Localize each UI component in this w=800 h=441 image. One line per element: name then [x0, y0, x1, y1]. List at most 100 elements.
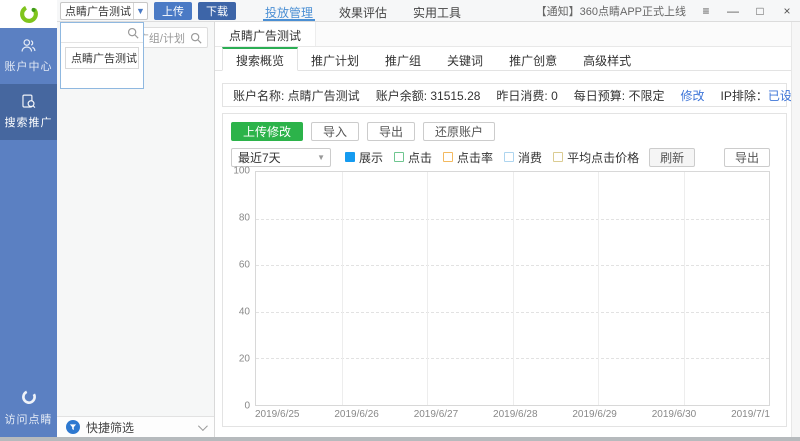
- account-info-bar: 账户名称: 点睛广告测试账户余额: 31515.28昨日消费: 0每日预算: 不…: [222, 83, 787, 107]
- checkbox-checked-icon: [345, 152, 355, 162]
- dropdown-items: 点睛广告测试: [61, 47, 143, 69]
- dropdown-search-input[interactable]: [61, 23, 143, 43]
- tab-tools[interactable]: 实用工具: [411, 0, 463, 21]
- upload-modify-button[interactable]: 上传修改: [231, 122, 303, 141]
- import-button[interactable]: 导入: [311, 122, 359, 141]
- ip-exclude-label: IP排除：: [720, 89, 767, 103]
- metric-label: 展示: [359, 149, 383, 166]
- doc-tab-account[interactable]: 点睛广告测试: [215, 22, 316, 46]
- subtab-campaigns[interactable]: 推广计划: [298, 47, 372, 70]
- info-field: 昨日消费: 0: [496, 87, 557, 104]
- subtab-ad-groups[interactable]: 推广组: [372, 47, 434, 70]
- date-range-value: 最近7天: [232, 149, 317, 166]
- sidebar-item-visit-dianjing[interactable]: 访问点睛: [0, 388, 57, 427]
- x-tick-label: 2019/6/25: [255, 409, 300, 422]
- user-icon: [0, 37, 57, 55]
- x-tick-label: 2019/6/29: [572, 409, 617, 422]
- search-doc-icon: [0, 93, 57, 111]
- search-icon: [127, 27, 139, 39]
- minimize-icon[interactable]: —: [726, 4, 740, 18]
- y-tick-label: 0: [244, 401, 250, 412]
- chevron-down-icon[interactable]: [198, 421, 208, 431]
- subtab-creatives[interactable]: 推广创意: [496, 47, 570, 70]
- overview-panel: 上传修改导入导出还原账户 最近7天 ▼ 展示点击点击率消费平均点击价格 刷新 导…: [222, 113, 787, 427]
- quick-filter-bar[interactable]: 快捷筛选: [57, 416, 214, 437]
- info-field-value: 点睛广告测试: [288, 89, 360, 103]
- date-range-select[interactable]: 最近7天 ▼: [231, 148, 331, 167]
- modify-budget-link[interactable]: 修改: [680, 87, 704, 104]
- sidebar-footer-label: 访问点睛: [0, 411, 57, 427]
- y-tick-label: 80: [239, 213, 250, 224]
- info-field-label: 账户名称:: [233, 89, 288, 103]
- info-field-value: 不限定: [628, 89, 664, 103]
- sidebar-nav: 账户中心搜索推广: [0, 28, 57, 140]
- refresh-button[interactable]: 刷新: [649, 148, 695, 167]
- y-axis-labels: 020406080100: [231, 171, 253, 406]
- subtab-search-overview[interactable]: 搜索概览: [222, 47, 298, 71]
- info-field: 账户余额: 31515.28: [376, 87, 481, 104]
- dianjing-logo-icon: [18, 3, 40, 25]
- info-field-label: 每日预算:: [574, 89, 629, 103]
- checkbox-icon: [394, 152, 404, 162]
- chevron-down-icon: ▼: [317, 153, 330, 162]
- tab-delivery-management[interactable]: 投放管理: [263, 0, 315, 21]
- window-bottom-edge: [0, 437, 800, 441]
- close-icon[interactable]: ×: [780, 4, 794, 18]
- v-gridline: [598, 172, 599, 405]
- chart-plot-area: [255, 171, 770, 406]
- v-gridline: [513, 172, 514, 405]
- metric-checkbox-avg-cpc[interactable]: 平均点击价格: [553, 149, 639, 166]
- tab-effect-evaluation[interactable]: 效果评估: [337, 0, 389, 21]
- export-button[interactable]: 导出: [367, 122, 415, 141]
- account-info-fields: 账户名称: 点睛广告测试账户余额: 31515.28昨日消费: 0每日预算: 不…: [233, 87, 664, 104]
- checkbox-icon: [443, 152, 453, 162]
- x-tick-label: 2019/6/28: [493, 409, 538, 422]
- subtab-advanced-styles[interactable]: 高级样式: [570, 47, 644, 70]
- titlebar-right: 【通知】360点睛APP正式上线 ≡ — □ ×: [536, 3, 794, 19]
- x-tick-label: 2019/6/26: [334, 409, 379, 422]
- account-selector-value: 点睛广告测试: [61, 3, 133, 19]
- vertical-scrollbar[interactable]: [791, 22, 800, 437]
- metric-checkbox-cost[interactable]: 消费: [504, 149, 542, 166]
- sidebar-item-account-center[interactable]: 账户中心: [0, 28, 57, 84]
- action-buttons: 上传修改导入导出还原账户: [231, 122, 495, 141]
- metric-label: 点击: [408, 149, 432, 166]
- v-gridline: [342, 172, 343, 405]
- download-button[interactable]: 下载: [198, 2, 236, 20]
- x-tick-label: 2019/6/27: [414, 409, 459, 422]
- metric-checkboxes: 展示 点击点击率 消费 平均点击价格: [345, 149, 639, 166]
- restore-account-button[interactable]: 还原账户: [423, 122, 495, 141]
- info-field-label: 昨日消费:: [496, 89, 551, 103]
- dianjing-logo-icon: [20, 388, 38, 406]
- menu-icon[interactable]: ≡: [699, 4, 713, 18]
- account-option[interactable]: 点睛广告测试: [65, 47, 139, 69]
- workspace: 点睛广告测试 搜索概览推广计划推广组关键词推广创意高级样式 账户名称: 点睛广告…: [215, 22, 800, 437]
- metric-checkbox-impressions[interactable]: 展示: [345, 149, 383, 166]
- chevron-down-icon[interactable]: ▼: [133, 3, 147, 19]
- x-tick-label: 2019/6/30: [652, 409, 697, 422]
- upload-button[interactable]: 上传: [154, 2, 192, 20]
- account-selector[interactable]: 点睛广告测试 ▼: [60, 2, 148, 20]
- info-field-value: 0: [551, 89, 558, 103]
- metric-label: 消费: [518, 149, 542, 166]
- y-tick-label: 100: [233, 166, 250, 177]
- metric-label: 平均点击价格: [567, 149, 639, 166]
- subtab-keywords[interactable]: 关键词: [434, 47, 496, 70]
- info-field-label: 账户余额:: [376, 89, 431, 103]
- main-tabs: 投放管理 效果评估 实用工具: [252, 0, 474, 21]
- y-tick-label: 60: [239, 260, 250, 271]
- info-field-value: 31515.28: [430, 89, 480, 103]
- y-tick-label: 20: [239, 354, 250, 365]
- info-field: 账户名称: 点睛广告测试: [233, 87, 360, 104]
- maximize-icon[interactable]: □: [753, 4, 767, 18]
- sidebar: 账户中心搜索推广 访问点睛: [0, 0, 57, 437]
- chart-export-button[interactable]: 导出: [724, 148, 770, 167]
- y-tick-label: 40: [239, 307, 250, 318]
- sidebar-item-search-promotion[interactable]: 搜索推广: [0, 84, 57, 140]
- sidebar-item-label: 账户中心: [0, 58, 57, 74]
- account-dropdown-panel: 点睛广告测试: [60, 22, 144, 89]
- metric-checkbox-clicks[interactable]: 点击: [394, 149, 432, 166]
- info-field: 每日预算: 不限定: [574, 87, 665, 104]
- checkbox-icon: [553, 152, 563, 162]
- metric-checkbox-ctr[interactable]: 点击率: [443, 149, 493, 166]
